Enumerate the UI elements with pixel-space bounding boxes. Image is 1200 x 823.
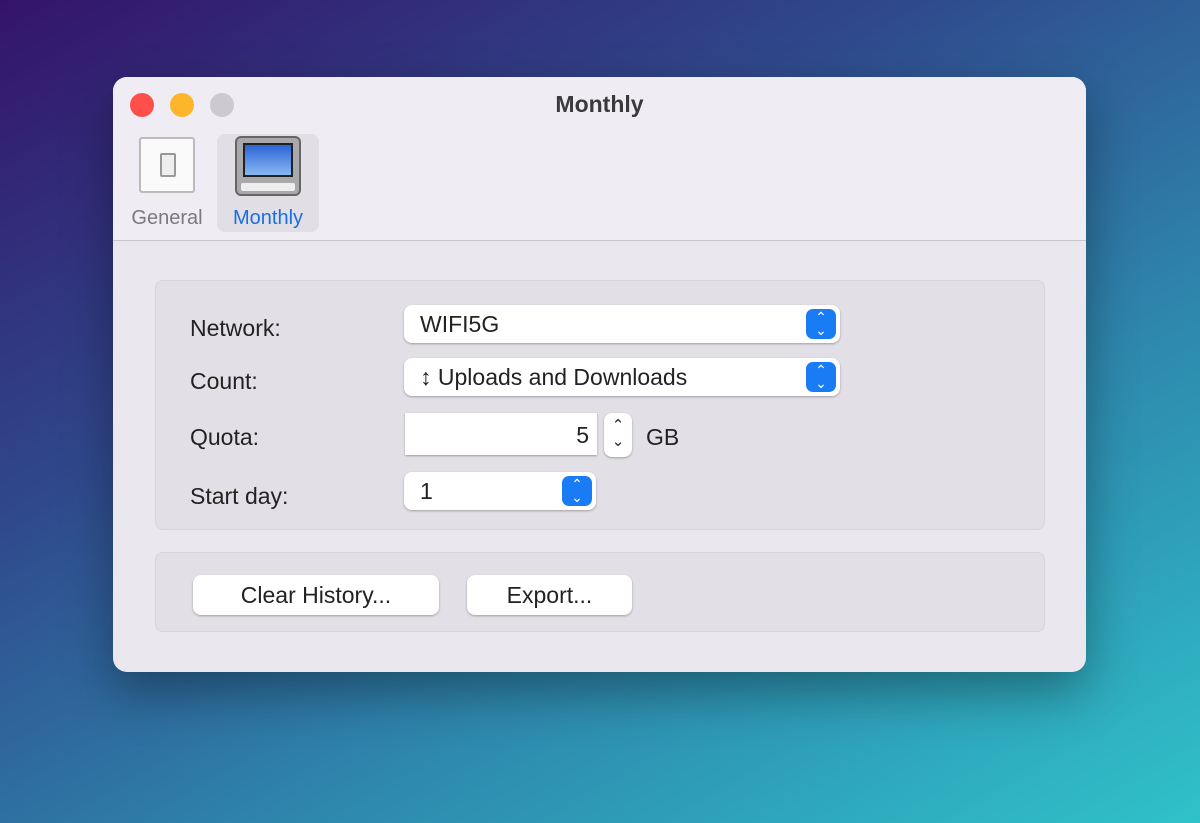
count-value: ↕ Uploads and Downloads <box>420 364 688 390</box>
actions-group: Clear History... Export... <box>155 552 1045 632</box>
quota-stepper[interactable]: ⌃ ⌄ <box>604 413 632 457</box>
toolbar: Monthly General Monthly <box>113 77 1086 241</box>
tab-label: Monthly <box>232 207 304 229</box>
tab-monthly[interactable]: Monthly <box>217 134 319 232</box>
quota-unit: GB <box>646 424 680 450</box>
clear-history-button[interactable]: Clear History... <box>193 575 439 615</box>
quota-label: Quota: <box>190 424 260 450</box>
network-label: Network: <box>190 315 281 341</box>
tab-general[interactable]: General <box>116 134 218 232</box>
chevron-updown-icon: ⌃ ⌄ <box>806 362 836 392</box>
chevron-updown-icon: ⌃ ⌄ <box>562 476 592 506</box>
count-label: Count: <box>190 368 258 394</box>
quota-input[interactable]: 5 <box>405 413 597 455</box>
start-day-value: 1 <box>420 478 433 504</box>
export-button[interactable]: Export... <box>467 575 632 615</box>
network-select[interactable]: WIFI5G ⌃ ⌄ <box>404 305 840 343</box>
network-value: WIFI5G <box>420 311 500 337</box>
monitor-icon <box>235 136 301 196</box>
tab-label: General <box>131 207 203 229</box>
start-day-label: Start day: <box>190 483 289 509</box>
window-title: Monthly <box>555 91 644 117</box>
settings-group: Network: WIFI5G ⌃ ⌄ Count: ↕ Uploads and … <box>155 280 1045 530</box>
preferences-window: Monthly General Monthly Network: WIFI5G … <box>113 77 1086 672</box>
count-select[interactable]: ↕ Uploads and Downloads ⌃ ⌄ <box>404 358 840 396</box>
switch-icon <box>139 137 195 193</box>
start-day-select[interactable]: 1 ⌃ ⌄ <box>404 472 596 510</box>
chevron-updown-icon: ⌃ ⌄ <box>806 309 836 339</box>
